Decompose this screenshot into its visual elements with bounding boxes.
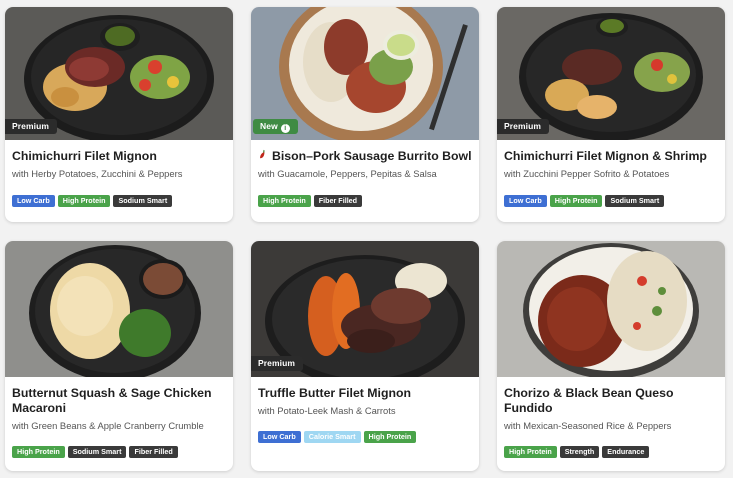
- meal-title[interactable]: Chimichurri Filet Mignon: [12, 149, 226, 164]
- premium-badge: Premium: [5, 119, 58, 134]
- tag-low-carb: Low Carb: [12, 195, 55, 207]
- premium-badge: Premium: [497, 119, 550, 134]
- meal-photo[interactable]: [5, 241, 233, 377]
- meal-title[interactable]: Chorizo & Black Bean Queso Fundido: [504, 386, 718, 416]
- meal-subtitle: with Zucchini Pepper Sofrito & Potatoes: [504, 168, 670, 179]
- meal-title[interactable]: Bison–Pork Sausage Burrito Bowl: [258, 149, 472, 164]
- meal-card[interactable]: Premium Truffle Butter Filet Mignon with…: [251, 241, 479, 471]
- tag-fiber-filled: Fiber Filled: [313, 195, 363, 207]
- tag-high-protein: High Protein: [549, 195, 603, 207]
- tag-high-protein: High Protein: [57, 195, 111, 207]
- meal-card[interactable]: New i Bison–Pork Sausage Burrito Bowl wit…: [251, 7, 479, 222]
- tag-list: High Protein Fiber Filled: [258, 195, 472, 207]
- tag-endurance: Endurance: [602, 446, 650, 458]
- tag-list: High Protein Strength Endurance: [504, 446, 718, 458]
- tag-fiber-filled: Fiber Filled: [129, 446, 178, 458]
- meal-subtitle: with Herby Potatoes, Zucchini & Peppers: [12, 168, 183, 179]
- tag-low-carb: Low Carb: [504, 195, 547, 207]
- tag-sodium-smart: Sodium Smart: [605, 195, 665, 207]
- info-icon[interactable]: i: [280, 124, 290, 133]
- meal-title[interactable]: Chimichurri Filet Mignon & Shrimp: [504, 149, 718, 164]
- chili-pepper-icon: [260, 149, 265, 159]
- tag-list: High Protein Sodium Smart Fiber Filled: [12, 446, 226, 458]
- tag-list: Low Carb High Protein Sodium Smart: [12, 195, 226, 207]
- tag-high-protein: High Protein: [258, 195, 311, 207]
- tag-strength: Strength: [559, 446, 600, 458]
- meal-subtitle: with Green Beans & Apple Cranberry Crumb…: [12, 420, 204, 431]
- meal-subtitle: with Mexican-Seasoned Rice & Peppers: [504, 420, 672, 431]
- meal-photo[interactable]: Premium: [497, 7, 725, 140]
- tag-sodium-smart: Sodium Smart: [67, 446, 127, 458]
- meal-subtitle: with Potato-Leek Mash & Carrots: [258, 405, 396, 416]
- tag-high-protein: High Protein: [12, 446, 65, 458]
- meal-grid: Premium Chimichurri Filet Mignon with He…: [0, 0, 733, 478]
- meal-photo[interactable]: [497, 241, 725, 377]
- tag-high-protein: High Protein: [504, 446, 557, 458]
- meal-subtitle: with Guacamole, Peppers, Pepitas & Salsa: [258, 168, 437, 179]
- tag-sodium-smart: Sodium Smart: [113, 195, 173, 207]
- meal-photo[interactable]: Premium: [251, 241, 479, 377]
- tag-high-protein: High Protein: [363, 431, 417, 443]
- meal-photo[interactable]: New i: [251, 7, 479, 140]
- meal-card[interactable]: Butternut Squash & Sage Chicken Macaroni…: [5, 241, 233, 471]
- new-badge: New i: [253, 119, 298, 134]
- meal-photo[interactable]: Premium: [5, 7, 233, 140]
- premium-badge: Premium: [251, 356, 304, 371]
- tag-low-carb: Low Carb: [258, 431, 301, 443]
- meal-card[interactable]: Premium Chimichurri Filet Mignon with He…: [5, 7, 233, 222]
- meal-title[interactable]: Truffle Butter Filet Mignon: [258, 386, 472, 401]
- tag-calorie-smart: Calorie Smart: [303, 431, 361, 443]
- tag-list: Low Carb Calorie Smart High Protein: [258, 431, 472, 443]
- meal-title[interactable]: Butternut Squash & Sage Chicken Macaroni: [12, 386, 226, 416]
- tag-list: Low Carb High Protein Sodium Smart: [504, 195, 718, 207]
- meal-card[interactable]: Premium Chimichurri Filet Mignon & Shrim…: [497, 7, 725, 222]
- meal-card[interactable]: Chorizo & Black Bean Queso Fundido with …: [497, 241, 725, 471]
